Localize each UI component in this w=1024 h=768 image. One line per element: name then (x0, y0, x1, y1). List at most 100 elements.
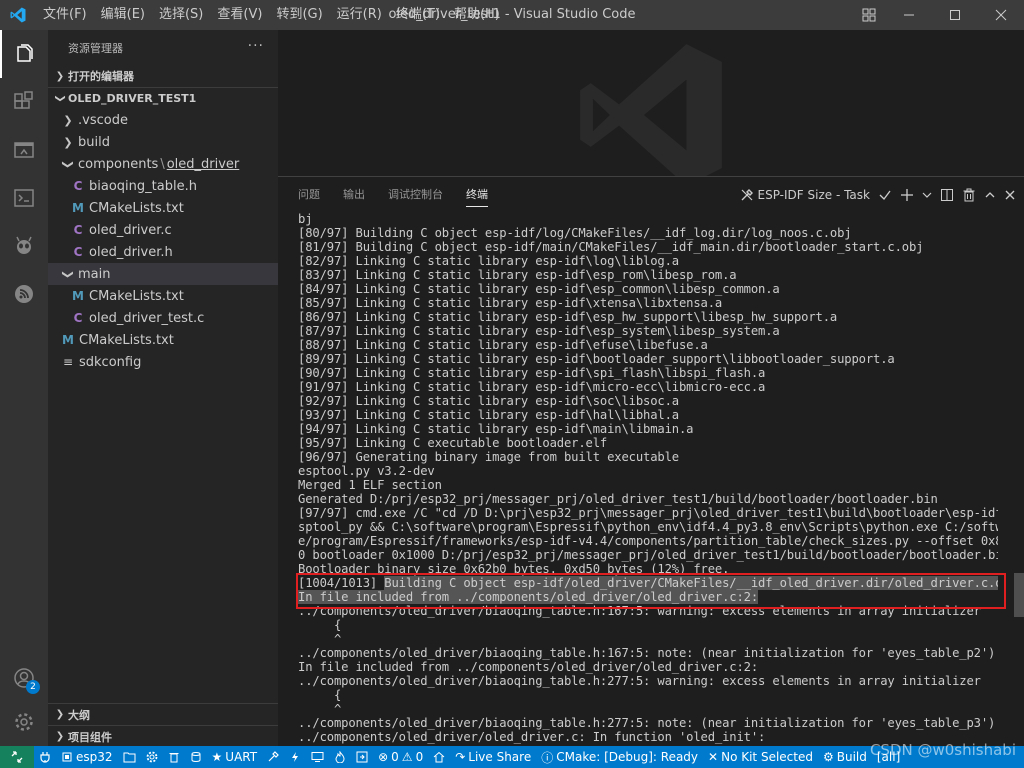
terminal-text: Generated D:/prj/esp32_prj/messager_prj/… (298, 492, 938, 506)
terminal-text: [85/97] Linking C static library esp-idf… (298, 296, 723, 310)
database-icon[interactable] (185, 746, 207, 768)
live-share-icon: ↷ (455, 750, 466, 764)
more-actions-icon[interactable]: ··· (248, 38, 264, 54)
cmake-label: CMake: [Debug]: Ready (556, 750, 699, 764)
esp-idf-plug-icon[interactable] (34, 746, 56, 768)
terminal-line: [95/97] Linking C executable bootloader.… (298, 436, 998, 450)
menu-item-4[interactable]: 转到(G) (269, 0, 329, 30)
open-editors-section[interactable]: ❯ 打开的编辑器 (48, 65, 278, 87)
tree-item[interactable]: Coled_driver.c (48, 219, 278, 241)
tree-item[interactable]: Coled_driver_test.c (48, 307, 278, 329)
terminal-line: Bootloader binary size 0x62b0 bytes. 0xd… (298, 562, 998, 576)
explorer-icon[interactable] (0, 30, 48, 78)
project-label: OLED_DRIVER_TEST1 (68, 92, 197, 105)
terminal-line: [84/97] Linking C static library esp-idf… (298, 282, 998, 296)
panel-tab-0[interactable]: 问题 (298, 177, 320, 212)
cmake-file-icon: M (62, 333, 74, 347)
project-components-section[interactable]: ❯ 项目组件 (48, 725, 278, 747)
cmake-file-icon: M (72, 289, 84, 303)
bottom-panel: 问题 输出 调试控制台 终端 ESP-IDF Size - Task bj [8… (278, 176, 1024, 746)
project-section[interactable]: ❯ OLED_DRIVER_TEST1 (48, 87, 278, 109)
alien-icon[interactable] (0, 222, 48, 270)
settings-icon[interactable] (141, 746, 163, 768)
terminal-text: [91/97] Linking C static library esp-idf… (298, 380, 766, 394)
panel-tab-3[interactable]: 终端 (466, 177, 488, 212)
menu-item-7[interactable]: 帮助(H) (447, 0, 507, 30)
terminal-text: ../components/oled_driver/biaoqing_table… (298, 646, 996, 660)
flash-icon[interactable] (284, 746, 306, 768)
flame-icon[interactable] (329, 746, 351, 768)
terminal-scrollbar[interactable] (1014, 573, 1024, 617)
problems-status[interactable]: ⊗ 0 ⚠ 0 (373, 746, 428, 768)
menu-item-0[interactable]: 文件(F) (36, 0, 94, 30)
maximize-icon[interactable] (932, 0, 978, 30)
panel-tab-2[interactable]: 调试控制台 (388, 177, 443, 212)
terminal-text: [90/97] Linking C static library esp-idf… (298, 366, 766, 380)
tree-item[interactable]: ❯ components \ oled_driver (48, 153, 278, 175)
csdn-watermark: CSDN @w0shishabi (869, 741, 1016, 759)
terminal-text: { (298, 618, 342, 632)
terminal-arrow-icon[interactable] (351, 746, 373, 768)
full-clean-trash-icon[interactable] (163, 746, 185, 768)
tree-item[interactable]: M CMakeLists.txt (48, 285, 278, 307)
terminal-text: [95/97] Linking C executable bootloader.… (298, 436, 608, 450)
tree-item[interactable]: Cbiaoqing_table.h (48, 175, 278, 197)
project-components-label: 项目组件 (68, 730, 112, 744)
split-terminal-icon[interactable] (940, 188, 954, 202)
extensions-icon[interactable] (0, 78, 48, 126)
terminal-text: [96/97] Generating binary image from bui… (298, 450, 679, 464)
check-icon[interactable] (878, 188, 892, 202)
new-terminal-plus-icon[interactable] (900, 188, 914, 202)
panel-tabs: 问题 输出 调试控制台 终端 ESP-IDF Size - Task (278, 177, 1024, 212)
home-icon[interactable] (428, 746, 450, 768)
uart-selector[interactable]: ★ UART (207, 746, 263, 768)
close-panel-icon[interactable] (1004, 189, 1016, 201)
menu-item-1[interactable]: 编辑(E) (94, 0, 152, 30)
build-icon[interactable] (262, 746, 284, 768)
terminal-text: sptool_py && C:\software\program\Espress… (298, 520, 998, 534)
menu-item-5[interactable]: 运行(R) (330, 0, 389, 30)
terminal-line: ../components/oled_driver/biaoqing_table… (298, 674, 998, 688)
terminal-text: [80/97] Building C object esp-idf/log/CM… (298, 226, 852, 240)
folder-icon[interactable] (118, 746, 141, 768)
maximize-panel-icon[interactable] (984, 189, 996, 201)
tree-item[interactable]: ❯ .vscode (48, 109, 278, 131)
esp-idf-icon[interactable] (0, 270, 48, 318)
menu-item-2[interactable]: 选择(S) (152, 0, 210, 30)
monitor-icon[interactable] (306, 746, 329, 768)
trash-icon[interactable] (962, 188, 976, 202)
minimize-icon[interactable] (886, 0, 932, 30)
tree-item[interactable]: ≡ sdkconfig (48, 351, 278, 373)
editor-area[interactable] (278, 30, 1024, 176)
task-selector[interactable]: ESP-IDF Size - Task (740, 188, 870, 202)
account-icon[interactable]: 2 (0, 654, 48, 702)
menu-item-6[interactable]: 终端(T) (389, 0, 447, 30)
remote-explorer-icon[interactable] (0, 126, 48, 174)
panel-tab-1[interactable]: 输出 (343, 177, 365, 212)
terminal-output[interactable]: bj [80/97] Building C object esp-idf/log/… (298, 212, 998, 747)
terminal-icon[interactable] (0, 174, 48, 222)
tree-item[interactable]: M CMakeLists.txt (48, 329, 278, 351)
terminal-line: ^ (298, 632, 998, 646)
terminal-line: [83/97] Linking C static library esp-idf… (298, 268, 998, 282)
cmake-status[interactable]: ⓘ CMake: [Debug]: Ready (536, 746, 703, 768)
tree-item[interactable]: Coled_driver.h (48, 241, 278, 263)
terminal-text: Bootloader binary size 0x62b0 bytes. 0xd… (298, 562, 730, 576)
layout-icon[interactable] (852, 0, 886, 30)
tree-item[interactable]: ❯ main (48, 263, 278, 285)
outline-section[interactable]: ❯ 大纲 (48, 703, 278, 725)
menu-bar: 文件(F) 编辑(E) 选择(S) 查看(V) 转到(G) 运行(R) 终端(T) 帮助(H) (36, 0, 507, 30)
live-share-button[interactable]: ↷ Live Share (450, 746, 536, 768)
tree-item[interactable]: ❯ build (48, 131, 278, 153)
menu-item-3[interactable]: 查看(V) (210, 0, 269, 30)
cmake-build-button[interactable]: ⚙ Build (818, 746, 872, 768)
remote-indicator-icon[interactable] (0, 746, 34, 768)
uart-label: UART (225, 750, 258, 764)
target-chip[interactable]: esp32 (56, 746, 118, 768)
close-window-icon[interactable] (978, 0, 1024, 30)
settings-gear-icon[interactable] (0, 698, 48, 746)
terminal-line: [82/97] Linking C static library esp-idf… (298, 254, 998, 268)
tree-item[interactable]: M CMakeLists.txt (48, 197, 278, 219)
kit-selector[interactable]: ✕ No Kit Selected (703, 746, 818, 768)
chevron-down-icon[interactable] (922, 190, 932, 200)
